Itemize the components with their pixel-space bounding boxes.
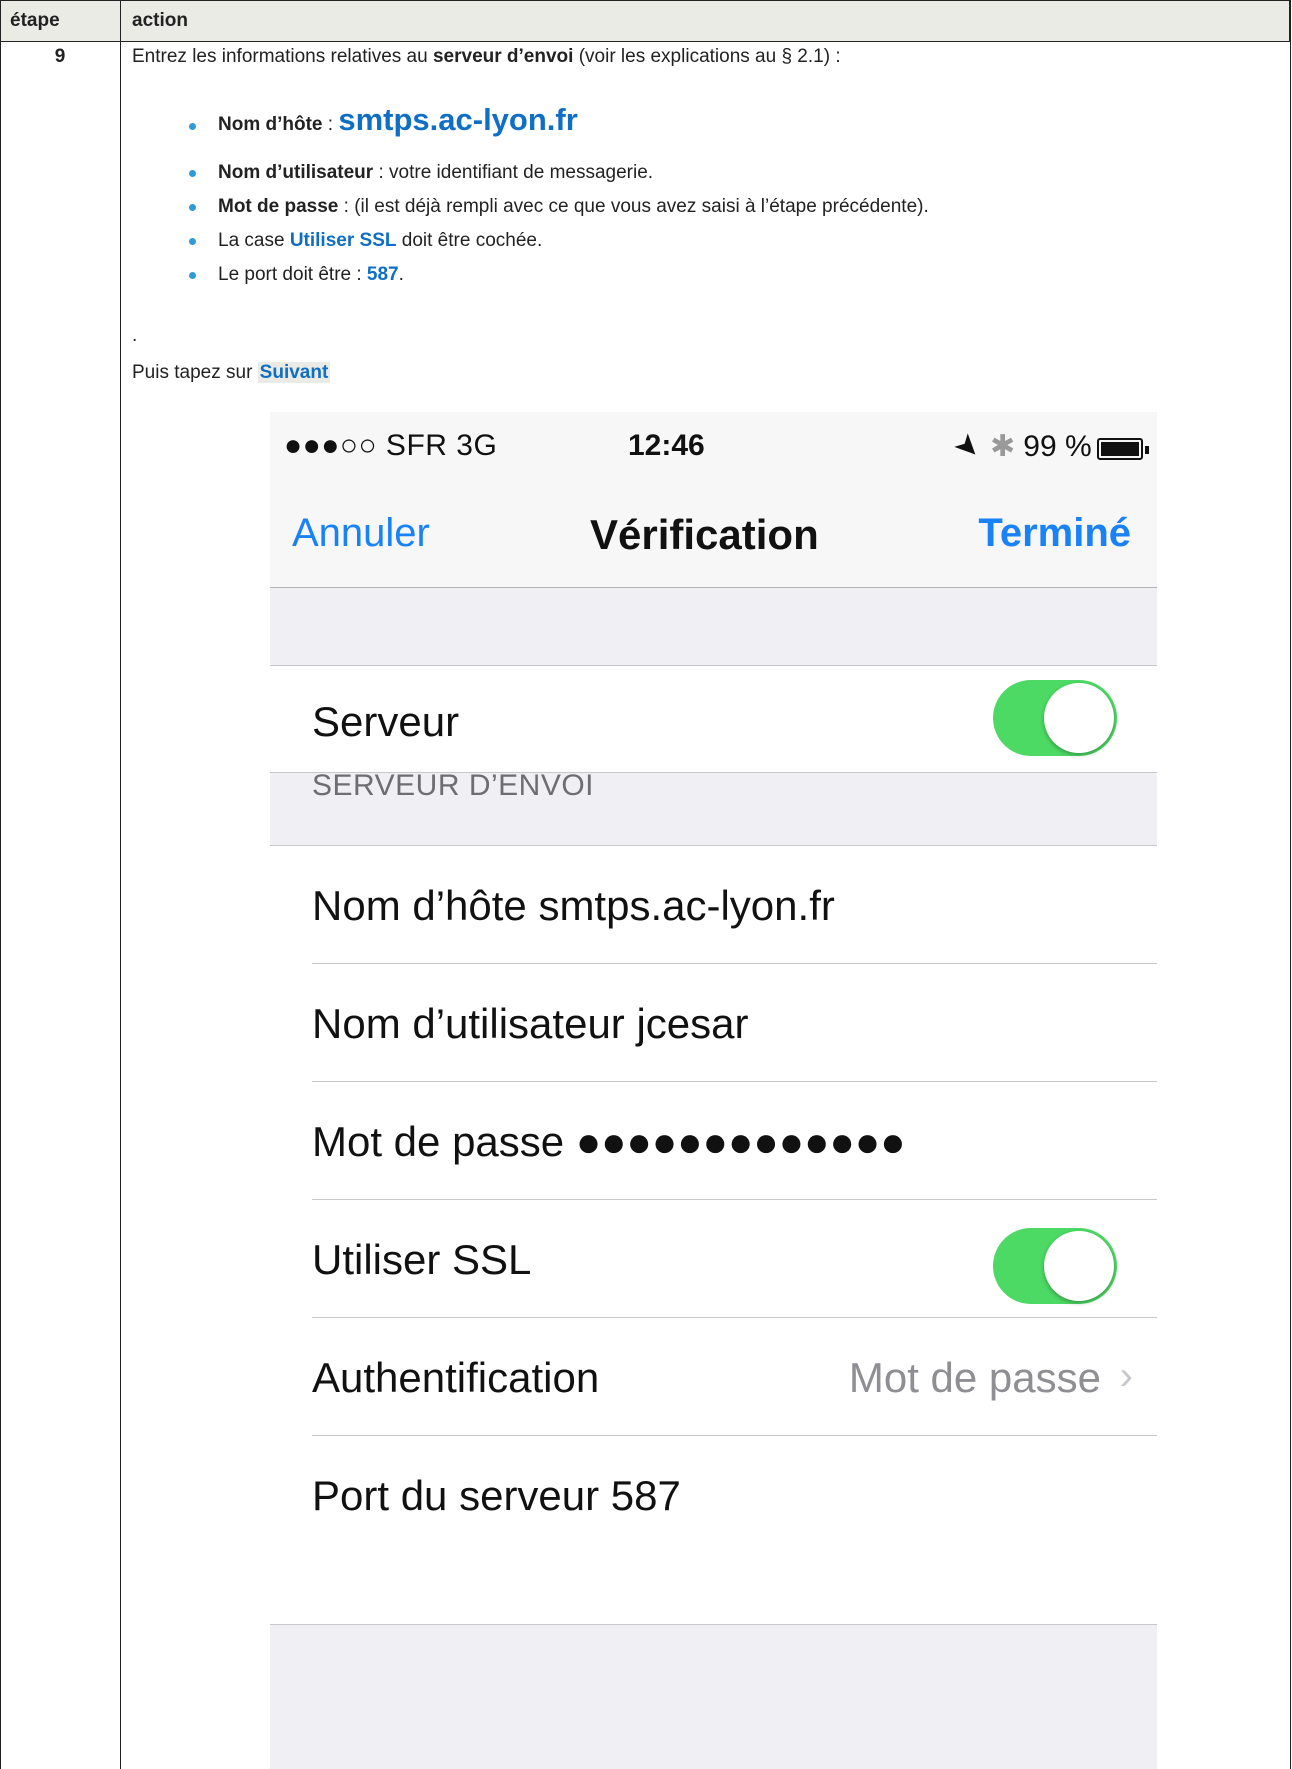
page-title: Vérification [590, 511, 819, 558]
section-header: SERVEUR D’ENVOI [312, 769, 595, 802]
username-desc: : votre identifiant de messagerie. [373, 162, 654, 183]
bullet-icon [189, 123, 196, 130]
header-action: action [132, 10, 188, 31]
table-header-row: étape action [0, 0, 1290, 42]
username-field[interactable]: Nom d’utilisateur jcesar [312, 1000, 749, 1048]
iphone-screenshot: ●●●○○ SFR 3G 12:46 ➤✱ 99 % Annuler Vérifi… [270, 412, 1157, 1769]
intro-after: (voir les explications au § 2.1) : [573, 46, 841, 67]
port-pre: Le port doit être : [218, 264, 367, 285]
server-toggle[interactable] [993, 680, 1117, 756]
password-row[interactable]: Mot de passe ●●●●●●●●●●●●● [270, 1082, 1157, 1200]
password-field[interactable]: Mot de passe ●●●●●●●●●●●●● [312, 1118, 906, 1166]
hostname-label: Nom d’hôte [218, 114, 323, 135]
bullet-icon [189, 238, 196, 245]
server-group: Serveur [270, 665, 1157, 773]
auth-row[interactable]: Authentification Mot de passe › [270, 1318, 1157, 1436]
nav-bar: Annuler Vérification Terminé [270, 476, 1157, 588]
ssl-toggle[interactable] [993, 1228, 1117, 1304]
instruction-table: étape action 9 Entrez les informations r… [0, 0, 1291, 1769]
password-desc: : (il est déjà rempli avec ce que vous a… [338, 196, 929, 217]
ssl-desc: doit être cochée. [396, 230, 543, 251]
status-bar: ●●●○○ SFR 3G 12:46 ➤✱ 99 % [270, 412, 1157, 476]
username-row[interactable]: Nom d’utilisateur jcesar [270, 964, 1157, 1082]
hostname-row[interactable]: Nom d’hôte smtps.ac-lyon.fr [270, 846, 1157, 964]
password-label: Mot de passe [218, 196, 339, 217]
column-divider [120, 0, 121, 1769]
header-step: étape [10, 10, 60, 31]
list-item-ssl: La case Utiliser SSL doit être cochée. [189, 227, 929, 261]
hostname-sep: : [322, 114, 339, 135]
toggle-knob [1044, 683, 1114, 753]
server-row: Serveur [270, 666, 1157, 772]
chevron-right-icon: › [1119, 1354, 1133, 1398]
port-value: 587 [366, 264, 399, 285]
ssl-row: Utiliser SSL [270, 1200, 1157, 1318]
location-arrow-icon: ➤ [947, 425, 989, 468]
server-label: Serveur [312, 698, 460, 745]
instruction-list: Nom d’hôte : smtps.ac-lyon.fr Nom d’util… [189, 104, 929, 295]
battery-icon [1097, 438, 1149, 460]
cancel-button[interactable]: Annuler [292, 511, 430, 556]
port-end: . [398, 264, 404, 285]
auth-label: Authentification [312, 1354, 600, 1401]
hostname-field[interactable]: Nom d’hôte smtps.ac-lyon.fr [312, 882, 835, 930]
username-label: Nom d’utilisateur [218, 162, 374, 183]
intro-bold: serveur d’envoi [432, 46, 574, 67]
list-item-username: Nom d’utilisateur : votre identifiant de… [189, 159, 929, 193]
intro-text: Entrez les informations relatives au ser… [132, 43, 841, 71]
next-text: Puis tapez sur [132, 362, 258, 383]
list-item-hostname: Nom d’hôte : smtps.ac-lyon.fr [189, 104, 929, 150]
step-number: 9 [54, 46, 66, 67]
bluetooth-icon: ✱ [990, 430, 1016, 463]
battery-percent: 99 % [1023, 430, 1092, 463]
list-item-port: Le port doit être : 587. [189, 261, 929, 295]
status-time: 12:46 [628, 429, 705, 462]
table-right-border [1290, 0, 1291, 1769]
stray-dot: . [132, 325, 138, 346]
table-left-border [0, 0, 1, 1769]
ssl-label: Utiliser SSL [289, 230, 397, 251]
bullet-icon [189, 204, 196, 211]
bullet-icon [189, 170, 196, 177]
outgoing-server-group: Nom d’hôte smtps.ac-lyon.fr Nom d’utilis… [270, 845, 1157, 1625]
port-row[interactable]: Port du serveur 587 [270, 1436, 1157, 1554]
auth-value: Mot de passe [848, 1354, 1101, 1401]
bullet-icon [189, 272, 196, 279]
toggle-knob [1044, 1231, 1114, 1301]
ssl-label: Utiliser SSL [312, 1236, 532, 1283]
hostname-value: smtps.ac-lyon.fr [338, 102, 578, 137]
ssl-pre: La case [218, 230, 290, 251]
intro-before: Entrez les informations relatives au [132, 46, 433, 67]
port-field[interactable]: Port du serveur 587 [312, 1472, 681, 1520]
next-instruction: Puis tapez sur Suivant [132, 359, 331, 387]
status-right: ➤✱ 99 % [947, 426, 1092, 467]
carrier-signal: ●●●○○ SFR 3G [284, 429, 498, 462]
list-item-password: Mot de passe : (il est déjà rempli avec … [189, 193, 929, 227]
done-button[interactable]: Terminé [978, 511, 1131, 556]
suivant-label: Suivant [257, 362, 331, 383]
